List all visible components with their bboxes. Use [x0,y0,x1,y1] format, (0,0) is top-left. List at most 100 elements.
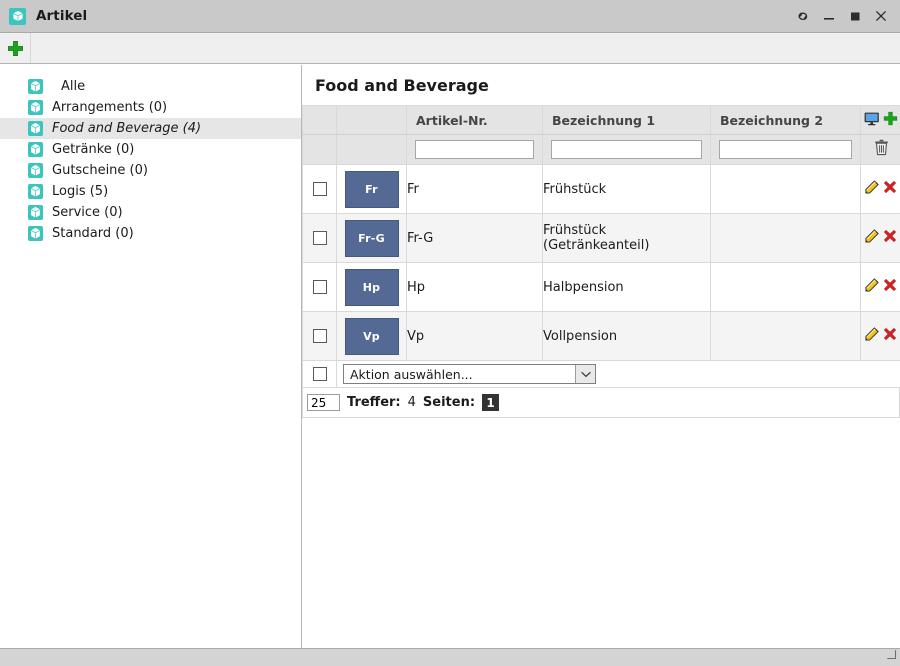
cell-bezeichnung-1: Frühstück [542,164,711,214]
select-all-cell [302,360,337,388]
sidebar-item-arrangements[interactable]: Arrangements (0) [0,97,301,118]
header-bezeichnung-1[interactable]: Bezeichnung 1 [542,105,711,135]
header-image-column [336,105,407,135]
sidebar-item-label: Gutscheine (0) [52,163,148,178]
sidebar-item-label: Getränke (0) [52,142,135,157]
cell-bezeichnung-2 [710,164,861,214]
per-page-input[interactable] [307,394,340,411]
bulk-action-row: Aktion auswählen... [302,360,900,388]
hits-label: Treffer: [347,395,401,410]
filter-artikel-nr-cell [406,134,543,165]
edit-icon[interactable] [865,229,879,247]
filter-row [302,134,900,165]
monitor-icon[interactable] [864,112,880,129]
trash-icon[interactable] [874,139,889,160]
cell-artikel-nr: Vp [406,311,543,361]
sidebar-item-service[interactable]: Service (0) [0,202,301,223]
cube-icon [28,121,43,136]
edit-icon[interactable] [865,327,879,345]
row-select-cell [302,262,337,312]
article-badge[interactable]: Fr [344,170,399,208]
add-icon[interactable] [883,111,898,129]
row-checkbox[interactable] [312,182,327,196]
sidebar-item-label: Logis (5) [52,184,109,199]
page-number-badge[interactable]: 1 [482,394,500,411]
minimize-icon[interactable] [816,3,842,29]
chevron-down-icon[interactable] [575,365,595,383]
table-row[interactable]: Fr-G Fr-G Frühstück (Getränkeanteil) [302,213,900,263]
page-title: Food and Beverage [315,75,489,95]
delete-icon[interactable] [883,180,897,198]
cube-icon [28,163,43,178]
header-artikel-nr[interactable]: Artikel-Nr. [406,105,543,135]
window-title: Artikel [36,8,88,24]
sidebar-item-food-and-beverage[interactable]: Food and Beverage (4) [0,118,301,139]
cell-bezeichnung-2 [710,311,861,361]
filter-bezeichnung-1-input[interactable] [551,140,702,159]
cube-icon [28,100,43,115]
artikel-window: Artikel Alle Arrangements (0) Food and B… [0,0,900,666]
edit-icon[interactable] [865,180,879,198]
cube-icon [9,7,26,25]
table-row[interactable]: Hp Hp Halbpension [302,262,900,312]
edit-icon[interactable] [865,278,879,296]
delete-icon[interactable] [883,327,897,345]
sidebar-item-label: Arrangements (0) [52,100,168,115]
resize-grip[interactable] [885,645,897,664]
select-all-checkbox[interactable] [312,367,327,381]
filter-bezeichnung-1-cell [542,134,711,165]
row-actions-cell [860,164,900,214]
filter-artikel-nr-input[interactable] [415,140,534,159]
cell-bezeichnung-1: Frühstück (Getränkeanteil) [542,213,711,263]
titlebar: Artikel [0,0,900,33]
toolbar [0,33,900,64]
article-badge[interactable]: Fr-G [344,219,399,257]
table-row[interactable]: Fr Fr Frühstück [302,164,900,214]
add-article-button[interactable] [0,33,31,63]
row-checkbox[interactable] [312,329,327,343]
cell-artikel-nr: Hp [406,262,543,312]
cell-artikel-nr: Fr [406,164,543,214]
toolbar-empty-space [31,33,900,63]
row-badge-cell: Fr-G [336,213,407,263]
row-badge-cell: Hp [336,262,407,312]
bulk-action-select[interactable]: Aktion auswählen... [343,364,596,384]
sidebar-item-getraenke[interactable]: Getränke (0) [0,139,301,160]
delete-icon[interactable] [883,278,897,296]
close-icon[interactable] [868,3,894,29]
pagination-status-bar: Treffer: 4 Seiten: 1 [302,388,900,418]
sidebar-item-standard[interactable]: Standard (0) [0,223,301,244]
header-bezeichnung-2[interactable]: Bezeichnung 2 [710,105,861,135]
sidebar-item-alle[interactable]: Alle [0,76,301,97]
maximize-icon[interactable] [842,3,868,29]
sidebar-item-logis[interactable]: Logis (5) [0,181,301,202]
body: Alle Arrangements (0) Food and Beverage … [0,64,900,648]
restore-icon[interactable] [790,3,816,29]
table-header: Artikel-Nr. Bezeichnung 1 Bezeichnung 2 [302,105,900,165]
add-icon [7,40,23,56]
bulk-action-cell: Aktion auswählen... [336,360,900,388]
row-actions-cell [860,262,900,312]
window-controls [790,3,894,29]
cube-icon [28,205,43,220]
article-badge[interactable]: Vp [344,317,399,355]
row-checkbox[interactable] [312,280,327,294]
sidebar-item-label: Alle [61,79,86,94]
table-body: Fr Fr Frühstück Fr-G Fr-G Frühstück (Get… [302,164,900,388]
delete-icon[interactable] [883,229,897,247]
content-panel: Food and Beverage Artikel-Nr. Bezeichnun… [302,65,900,648]
cube-icon [28,184,43,199]
articles-table: Artikel-Nr. Bezeichnung 1 Bezeichnung 2 [302,105,900,388]
filter-bezeichnung-2-input[interactable] [719,140,852,159]
sidebar-item-gutscheine[interactable]: Gutscheine (0) [0,160,301,181]
hits-value: 4 [407,395,416,410]
table-row[interactable]: Vp Vp Vollpension [302,311,900,361]
sidebar-item-label: Service (0) [52,205,123,220]
row-actions-cell [860,213,900,263]
row-select-cell [302,164,337,214]
row-checkbox[interactable] [312,231,327,245]
article-badge[interactable]: Hp [344,268,399,306]
bulk-action-select-value: Aktion auswählen... [350,366,473,382]
row-actions-cell [860,311,900,361]
cube-icon [28,226,43,241]
